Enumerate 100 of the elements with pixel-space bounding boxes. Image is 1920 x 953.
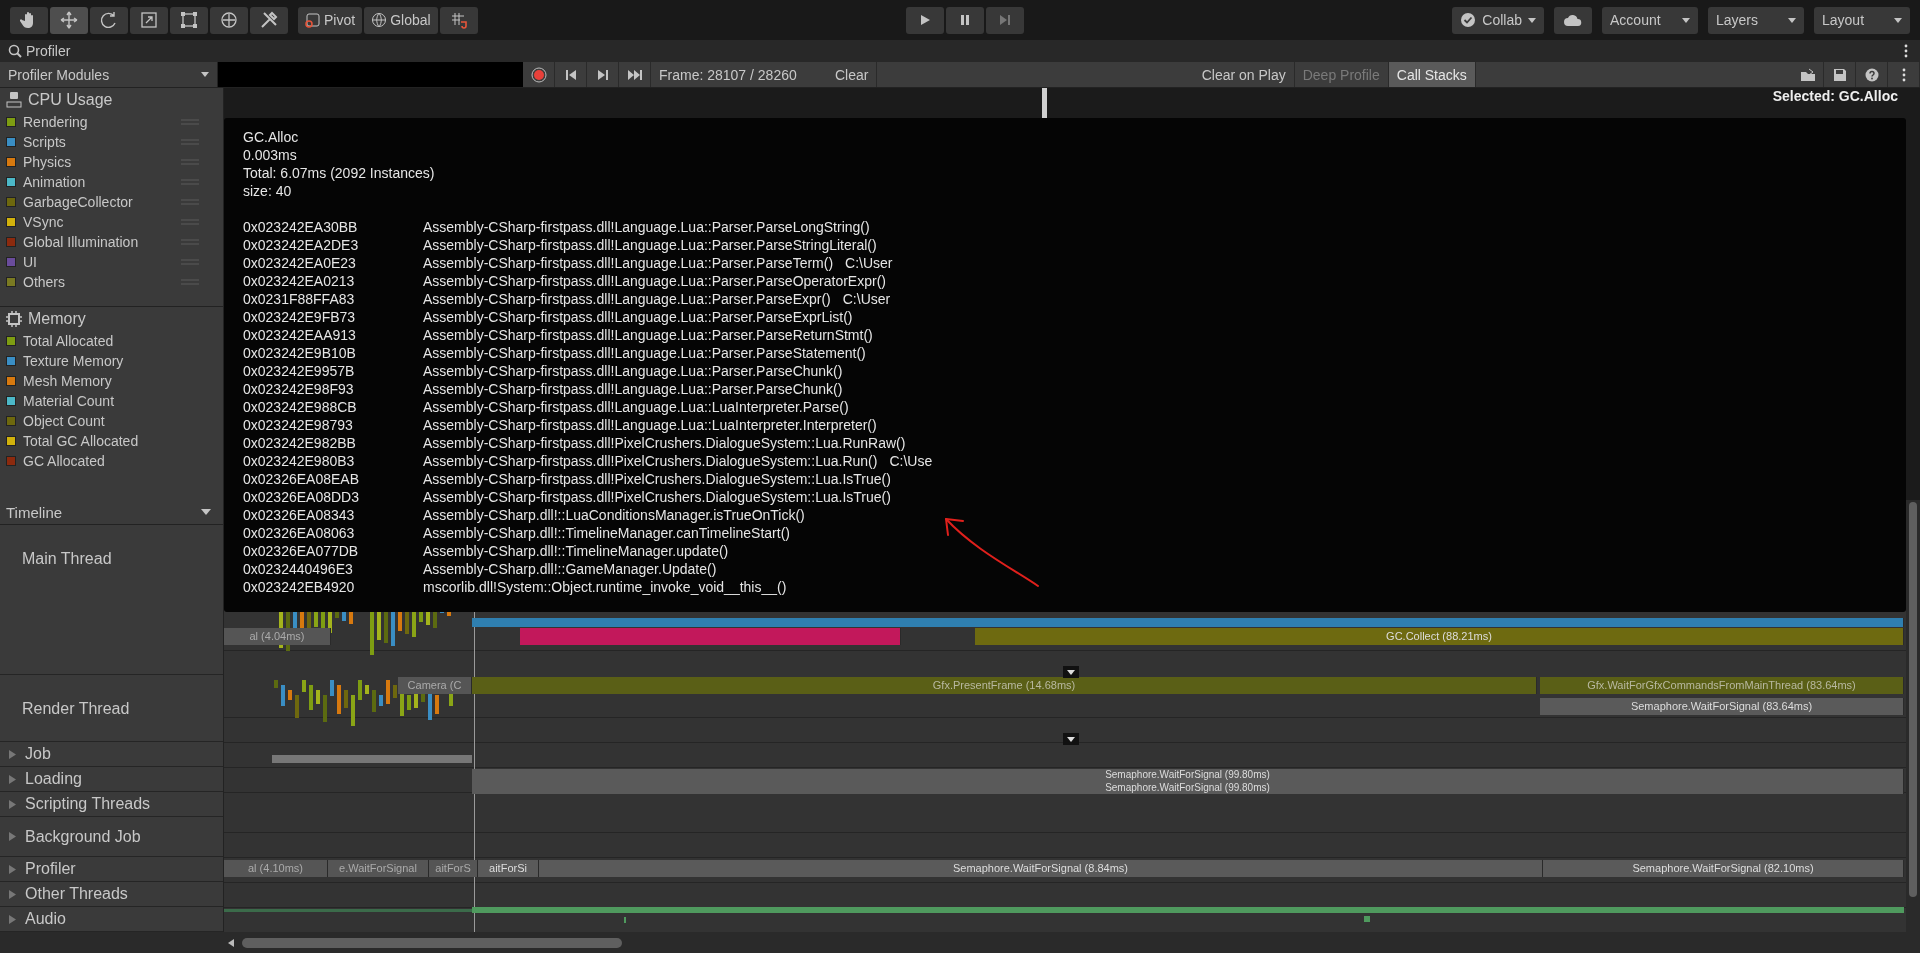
legend-swatch[interactable]	[6, 177, 16, 187]
tool-button[interactable]	[10, 6, 48, 34]
thread-label[interactable]: Scripting Threads	[25, 795, 151, 813]
thread-label[interactable]: Main Thread	[22, 550, 223, 568]
tool-button[interactable]	[250, 6, 288, 34]
legend-label: Total Allocated	[23, 333, 114, 349]
tool-button[interactable]	[130, 6, 168, 34]
stack-address: 0x023242E9B10B	[243, 344, 357, 362]
profiler-tab[interactable]: Profiler	[8, 43, 71, 59]
kebab-menu-icon	[1901, 67, 1906, 82]
legend-label: Scripts	[23, 134, 66, 150]
legend-label: Others	[23, 274, 65, 290]
legend-swatch[interactable]	[6, 277, 16, 287]
expand-arrow-icon[interactable]	[8, 774, 17, 784]
tool-button[interactable]	[90, 6, 128, 34]
timeline-bar[interactable]: Gfx.PresentFrame (14.68ms)	[472, 677, 1537, 694]
thread-label[interactable]: Loading	[25, 770, 82, 788]
stack-address: 0x023242EA0213	[243, 272, 356, 290]
stack-address: 0x023242E988CB	[243, 398, 358, 416]
thread-label[interactable]: Background Job	[25, 827, 141, 846]
expand-arrow-icon[interactable]	[8, 799, 17, 809]
legend-swatch[interactable]	[6, 336, 16, 346]
pivot-icon	[305, 12, 321, 28]
stack-symbol: Assembly-CSharp-firstpass.dll!PixelCrushers.DialogueSystem::Lua.Run()	[423, 452, 878, 470]
legend-swatch[interactable]	[6, 117, 16, 127]
layers-dropdown[interactable]: Layers	[1708, 6, 1804, 34]
legend-label: Animation	[23, 174, 86, 190]
selected-sample-label: Selected: GC.Alloc	[1772, 88, 1898, 104]
tooltip-text: size: 40	[243, 182, 293, 200]
expand-arrow-icon[interactable]	[8, 832, 17, 841]
thread-label[interactable]: Other Threads	[25, 885, 128, 903]
legend-swatch[interactable]	[6, 137, 16, 147]
expand-arrow-icon[interactable]	[8, 889, 17, 899]
timeline-bar[interactable]: Gfx.WaitForGfxCommandsFromMainThread (83.64ms)	[1540, 677, 1904, 694]
toggle-button[interactable]: Call Stacks	[1388, 62, 1476, 87]
legend-swatch[interactable]	[6, 356, 16, 366]
legend-swatch[interactable]	[6, 197, 16, 207]
legend-swatch[interactable]	[6, 376, 16, 386]
module-header[interactable]: Memory	[0, 307, 223, 331]
stack-symbol: Assembly-CSharp-firstpass.dll!PixelCrushers.DialogueSystem::Lua.IsTrue()	[423, 488, 891, 506]
stack-address: 0x02326EA077DB	[243, 542, 360, 560]
tool-button[interactable]	[210, 6, 248, 34]
timeline-bar[interactable]: Semaphore.WaitForSignal (99.80ms)	[472, 769, 1904, 782]
legend-swatch[interactable]	[6, 257, 16, 267]
collab-dropdown[interactable]: Collab	[1452, 6, 1544, 34]
cloud-button[interactable]	[1554, 6, 1592, 34]
legend-swatch[interactable]	[6, 416, 16, 426]
tool-button[interactable]	[170, 6, 208, 34]
legend-label: Mesh Memory	[23, 373, 112, 389]
grid-snap-button[interactable]	[439, 6, 478, 34]
thread-label[interactable]: Render Thread	[22, 700, 223, 718]
stack-symbol: Assembly-CSharp-firstpass.dll!Language.Lua::Parser.ParseExprList()	[423, 308, 853, 326]
previous-frame-icon	[564, 68, 577, 81]
timeline-bar[interactable]: Semaphore.WaitForSignal (83.64ms)	[1540, 698, 1904, 715]
expand-arrow-icon[interactable]	[8, 914, 17, 924]
cloud-icon	[1564, 14, 1582, 26]
tool-button[interactable]	[50, 6, 88, 34]
legend-swatch[interactable]	[6, 237, 16, 247]
stack-address: 0x023242E9957B	[243, 362, 356, 380]
module-header[interactable]: CPU Usage	[0, 88, 223, 112]
stack-symbol: Assembly-CSharp-firstpass.dll!Language.Lua::LuaInterpreter.Interpreter()	[423, 416, 877, 434]
thread-label[interactable]: Audio	[25, 910, 66, 928]
collapse-icon[interactable]	[1063, 666, 1079, 678]
pivot-button[interactable]: Pivot	[298, 6, 363, 34]
account-dropdown[interactable]: Account	[1602, 6, 1698, 34]
play-button[interactable]	[905, 6, 944, 34]
legend-swatch[interactable]	[6, 456, 16, 466]
expand-arrow-icon[interactable]	[8, 749, 17, 759]
timeline-bar[interactable]: Semaphore.WaitForSignal (82.10ms)	[1543, 860, 1904, 877]
timeline-bar[interactable]: Semaphore.WaitForSignal (99.80ms)	[472, 782, 1904, 794]
stack-location: C:\User	[842, 290, 891, 308]
chip-icon	[6, 311, 22, 327]
timeline-bar[interactable]: Semaphore.WaitForSignal (8.84ms)	[539, 860, 1543, 877]
pause-button[interactable]	[945, 6, 984, 34]
timeline-dropdown[interactable]: Timeline	[0, 500, 223, 525]
layout-dropdown[interactable]: Layout	[1814, 6, 1910, 34]
stack-symbol: Assembly-CSharp-firstpass.dll!Language.Lua::Parser.ParseChunk()	[423, 380, 843, 398]
cpu-icon	[6, 92, 22, 108]
timeline-bar[interactable]: GC.Collect (88.21ms)	[975, 628, 1904, 645]
thread-label[interactable]: Job	[25, 745, 51, 763]
legend-label: GC Allocated	[23, 453, 105, 469]
stack-address: 0x023242EA2DE3	[243, 236, 360, 254]
stack-symbol: Assembly-CSharp.dll!::LuaConditionsManager.isTrueOnTick()	[423, 506, 805, 524]
thread-label[interactable]: Profiler	[25, 860, 76, 878]
global-button[interactable]: Global	[364, 6, 438, 34]
legend-swatch[interactable]	[6, 217, 16, 227]
stack-address: 0x0232440496E3	[243, 560, 354, 578]
vertical-scrollbar[interactable]	[1909, 502, 1917, 897]
stack-address: 0x02326EA08063	[243, 524, 356, 542]
scroll-thumb[interactable]	[242, 937, 622, 948]
legend-swatch[interactable]	[6, 436, 16, 446]
legend-swatch[interactable]	[6, 396, 16, 406]
kebab-menu-icon[interactable]	[1904, 44, 1908, 58]
collapse-icon[interactable]	[1063, 733, 1079, 745]
stack-symbol: Assembly-CSharp.dll!::TimelineManager.update()	[423, 542, 729, 560]
expand-arrow-icon[interactable]	[8, 864, 17, 874]
step-button[interactable]	[985, 6, 1024, 34]
legend-swatch[interactable]	[6, 157, 16, 167]
timeline-bar[interactable]: aitForSi	[478, 860, 539, 877]
stack-symbol: Assembly-CSharp-firstpass.dll!Language.Lua::Parser.ParseReturnStmt()	[423, 326, 873, 344]
